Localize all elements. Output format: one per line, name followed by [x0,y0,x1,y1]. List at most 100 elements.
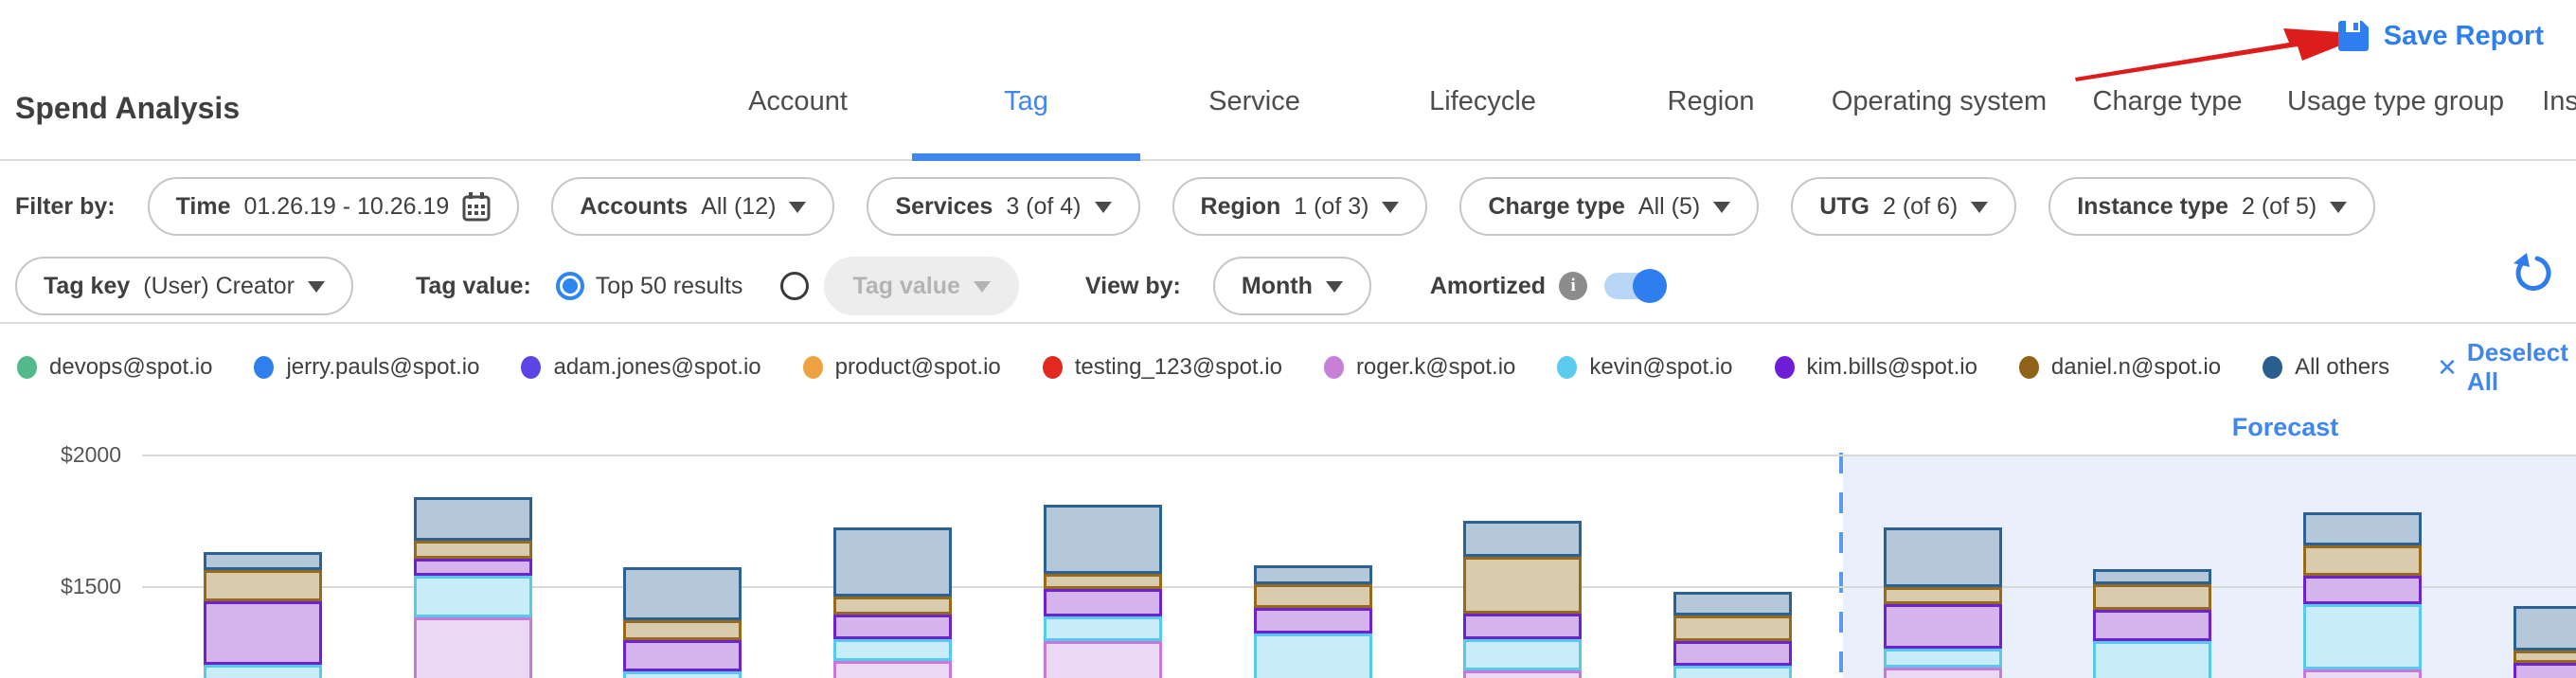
bar-segment-all_others[interactable] [833,527,952,597]
bar-segment-all_others[interactable] [1463,521,1582,557]
amortized-toggle[interactable] [1604,273,1665,299]
bar-segment-kevin[interactable] [414,576,532,617]
bar-segment-daniel[interactable] [1884,587,2002,604]
legend-item-kim[interactable]: kim.bills@spot.io [1775,354,1977,381]
view-by-label: View by: [1085,273,1181,300]
bar-segment-roger[interactable] [414,617,532,678]
bar-segment-kevin[interactable] [833,639,952,661]
pill-name: Charge type [1488,193,1624,221]
bar-segment-daniel[interactable] [1254,584,1372,608]
reset-refresh-icon[interactable] [2510,252,2551,295]
pill-value: 3 (of 4) [1006,193,1081,221]
bar-segment-roger[interactable] [1463,670,1582,678]
bar-segment-all_others[interactable] [2093,569,2211,584]
filter-pill-instance-type[interactable]: Instance type2 (of 5) [2048,177,2375,236]
tag-value-dropdown-disabled[interactable]: Tag value [824,257,1018,315]
filter-pill-accounts[interactable]: AccountsAll (12) [551,177,834,236]
deselect-all-button[interactable]: ✕Deselect All [2437,338,2576,397]
tab-tag[interactable]: Tag [912,0,1140,161]
save-report-button[interactable]: Save Report [2336,19,2544,53]
tab-service[interactable]: Service [1140,0,1368,161]
bar-segment-kim[interactable] [2093,610,2211,641]
info-icon[interactable]: i [1559,272,1587,300]
filter-pill-utg[interactable]: UTG2 (of 6) [1791,177,2016,236]
bar-segment-all_others[interactable] [1884,527,2002,587]
filter-pill-region[interactable]: Region1 (of 3) [1172,177,1428,236]
bar-segment-kim[interactable] [204,601,322,665]
bar-segment-kim[interactable] [1463,614,1582,639]
view-by-dropdown[interactable]: Month [1213,257,1371,315]
bar-segment-all_others[interactable] [623,567,742,620]
bar-segment-daniel[interactable] [1673,616,1792,641]
caret-down-icon [1713,202,1730,213]
amortized-label: Amortized [1430,273,1546,300]
tag-value-radio[interactable] [780,272,809,300]
legend-dot [803,356,823,379]
legend-dot [2019,356,2039,379]
bar-segment-kim[interactable] [833,615,952,639]
bar-segment-roger[interactable] [833,661,952,678]
tag-key-dropdown[interactable]: Tag key (User) Creator [15,257,353,315]
tab-lifecycle[interactable]: Lifecycle [1368,0,1597,161]
bar-segment-kevin[interactable] [2303,604,2422,669]
caret-down-icon [974,281,991,293]
bar-segment-all_others[interactable] [1044,505,1162,574]
bar-segment-kevin[interactable] [623,671,742,678]
gridline-2000 [142,455,2576,456]
bar-segment-daniel[interactable] [2093,584,2211,610]
y-axis-tick-label: $1500 [9,574,121,599]
annotation-arrow-icon [2069,17,2382,91]
tab-account[interactable]: Account [684,0,912,161]
tab-operating-system[interactable]: Operating system [1825,0,2053,161]
bar-segment-daniel[interactable] [2303,545,2422,576]
legend-item-testing[interactable]: testing_123@spot.io [1043,354,1282,381]
filter-pill-services[interactable]: Services3 (of 4) [867,177,1139,236]
bar-segment-kevin[interactable] [1673,666,1792,678]
bar-segment-all_others[interactable] [204,552,322,570]
bar-segment-all_others[interactable] [1673,592,1792,616]
bar-segment-kim[interactable] [1673,641,1792,666]
filter-pill-charge-type[interactable]: Charge typeAll (5) [1459,177,1759,236]
bar-segment-roger[interactable] [1884,668,2002,678]
bar-segment-kim[interactable] [1254,608,1372,633]
bar-segment-daniel[interactable] [623,620,742,640]
legend-item-all_others[interactable]: All others [2263,354,2389,381]
bar-segment-kevin[interactable] [204,665,322,678]
bar-segment-kevin[interactable] [1044,616,1162,641]
bar-segment-daniel[interactable] [414,541,532,559]
bar-segment-kim[interactable] [414,559,532,576]
legend-item-devops[interactable]: devops@spot.io [17,354,212,381]
bar-segment-kim[interactable] [2513,663,2576,678]
bar-segment-daniel[interactable] [204,570,322,601]
legend-item-product[interactable]: product@spot.io [803,354,1001,381]
bar-segment-all_others[interactable] [2513,606,2576,651]
bar-segment-all_others[interactable] [1254,565,1372,584]
bar-segment-daniel[interactable] [2513,651,2576,663]
filter-pills: Time01.26.19 - 10.26.19 AccountsAll (12) S… [148,177,2376,236]
tab-region[interactable]: Region [1597,0,1825,161]
bar-segment-daniel[interactable] [833,597,952,615]
bar-segment-all_others[interactable] [414,497,532,541]
bar-segment-roger[interactable] [2303,669,2422,678]
bar-segment-kim[interactable] [1044,589,1162,616]
bar-segment-kevin[interactable] [1463,639,1582,670]
bar-segment-kim[interactable] [623,640,742,671]
bar-segment-kim[interactable] [1884,604,2002,649]
bar-segment-kim[interactable] [2303,576,2422,604]
filter-pill-time[interactable]: Time01.26.19 - 10.26.19 [148,177,520,236]
view-by-value: Month [1242,273,1313,300]
bar-segment-daniel[interactable] [1044,574,1162,589]
bar-segment-kevin[interactable] [2093,641,2211,678]
top50-radio[interactable] [556,272,584,300]
legend-item-roger[interactable]: roger.k@spot.io [1324,354,1515,381]
legend-item-jerry[interactable]: jerry.pauls@spot.io [254,354,479,381]
legend-item-daniel[interactable]: daniel.n@spot.io [2019,354,2221,381]
legend-item-adam[interactable]: adam.jones@spot.io [521,354,760,381]
bar-segment-kevin[interactable] [1884,649,2002,668]
bar-segment-roger[interactable] [1044,641,1162,678]
bar-segment-kevin[interactable] [1254,633,1372,678]
legend-item-kevin[interactable]: kevin@spot.io [1557,354,1732,381]
bar-segment-all_others[interactable] [2303,512,2422,545]
bar-segment-daniel[interactable] [1463,557,1582,614]
legend-dot [1043,356,1063,379]
